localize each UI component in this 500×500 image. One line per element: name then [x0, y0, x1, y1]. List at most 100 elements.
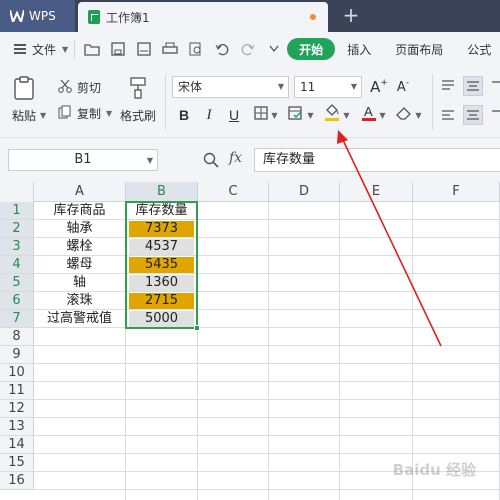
gridline [339, 202, 340, 500]
menu-bar: 文件 ▼ 开始 插入 页面布局 公式 [0, 32, 500, 66]
align-right-icon[interactable] [488, 105, 500, 125]
insert-function-button[interactable]: fx [229, 150, 242, 166]
cell-b6[interactable]: 2715 [129, 293, 194, 309]
font-color-button[interactable]: A ▼ [360, 104, 388, 126]
chevron-down-icon[interactable]: ▼ [106, 109, 112, 118]
clear-format-button[interactable]: ▼ [395, 104, 423, 126]
decrease-font-size-icon[interactable]: A- [393, 76, 413, 98]
ribbon-home: 粘贴 ▼ 剪切 复制 ▼ 格式刷 宋体 ▼ 11 ▼ A+ A- B I U [0, 66, 500, 138]
cell-a2[interactable]: 轴承 [34, 220, 125, 238]
zoom-icon[interactable] [203, 152, 219, 171]
bold-button[interactable]: B [176, 104, 192, 126]
cell-b5[interactable]: 1360 [129, 275, 194, 291]
paste-button[interactable]: 粘贴 [12, 76, 36, 124]
row-header-15[interactable]: 15 [0, 454, 34, 472]
align-bottom-icon[interactable] [488, 76, 500, 96]
chevron-down-icon: ▼ [350, 82, 357, 91]
print-icon[interactable] [161, 40, 179, 58]
row-header-14[interactable]: 14 [0, 436, 34, 454]
row-header-5[interactable]: 5 [0, 274, 34, 292]
format-painter-label: 格式刷 [120, 109, 157, 123]
format-painter-button[interactable]: 格式刷 [120, 76, 156, 124]
cell-b4[interactable]: 5435 [129, 257, 194, 273]
open-folder-icon[interactable] [83, 40, 101, 58]
plus-icon[interactable]: + [340, 4, 362, 26]
copy-button[interactable]: 复制 ▼ [58, 105, 112, 122]
cell-a4[interactable]: 螺母 [34, 256, 125, 274]
cut-label: 剪切 [77, 81, 102, 95]
cell-b7[interactable]: 5000 [129, 311, 194, 327]
cell-a7[interactable]: 过高警戒值 [34, 310, 125, 328]
formula-input[interactable]: 库存数量 [254, 148, 500, 172]
spreadsheet-grid[interactable]: A B C D E F 1 2 3 4 5 6 7 8 9 10 11 12 13 14 15 16 库存商品 库存数量 轴承 7… [0, 182, 500, 500]
fill-color-button[interactable]: ▼ [322, 104, 352, 126]
cut-button[interactable]: 剪切 [58, 79, 101, 96]
tab-insert[interactable]: 插入 [335, 32, 383, 66]
scissors-icon [58, 79, 72, 96]
formula-bar: B1 ▼ fx 库存数量 [0, 138, 500, 182]
chevron-down-icon[interactable]: ▼ [40, 111, 46, 120]
file-menu-button[interactable]: 文件 ▼ [0, 32, 68, 66]
row-header-7[interactable]: 7 [0, 310, 34, 328]
row-header-13[interactable]: 13 [0, 418, 34, 436]
wps-home-tab[interactable]: WPS [0, 0, 75, 32]
column-header-e[interactable]: E [340, 182, 413, 202]
tab-home[interactable]: 开始 [287, 38, 336, 60]
file-menu-label: 文件 [32, 42, 57, 57]
cell-a3[interactable]: 螺栓 [34, 238, 125, 256]
italic-button[interactable]: I [201, 104, 217, 126]
row-header-6[interactable]: 6 [0, 292, 34, 310]
gridline [34, 399, 500, 400]
column-header-b[interactable]: B [126, 182, 198, 202]
column-header-c[interactable]: C [198, 182, 269, 202]
underline-button[interactable]: U [226, 104, 242, 126]
unsaved-indicator [310, 14, 316, 20]
cell-a1[interactable]: 库存商品 [34, 202, 125, 220]
font-size-select[interactable]: 11 ▼ [294, 76, 362, 98]
row-header-10[interactable]: 10 [0, 364, 34, 382]
row-header-11[interactable]: 11 [0, 382, 34, 400]
align-top-icon[interactable] [438, 76, 458, 96]
align-left-icon[interactable] [438, 105, 458, 125]
paintbrush-icon [128, 76, 148, 103]
row-header-2[interactable]: 2 [0, 220, 34, 238]
row-header-16[interactable]: 16 [0, 472, 34, 490]
chevron-down-icon: ▼ [343, 110, 350, 120]
align-center-icon[interactable] [463, 105, 483, 125]
save-icon[interactable] [109, 40, 127, 58]
cell-b3[interactable]: 4537 [129, 239, 194, 255]
column-header-f[interactable]: F [413, 182, 500, 202]
cell-a6[interactable]: 滚珠 [34, 292, 125, 310]
tab-page-layout[interactable]: 页面布局 [383, 32, 455, 66]
print-preview-icon[interactable] [187, 40, 205, 58]
cell-b1[interactable]: 库存数量 [129, 203, 194, 219]
name-box[interactable]: B1 ▼ [8, 149, 158, 171]
customize-toolbar-icon[interactable] [265, 40, 283, 58]
row-header-9[interactable]: 9 [0, 346, 34, 364]
column-header-d[interactable]: D [269, 182, 340, 202]
tab-formulas[interactable]: 公式 [455, 32, 491, 66]
row-header-3[interactable]: 3 [0, 238, 34, 256]
redo-icon[interactable] [239, 40, 257, 58]
borders-button[interactable]: ▼ [252, 104, 280, 126]
column-header-a[interactable]: A [34, 182, 126, 202]
chevron-down-icon: ▼ [271, 110, 278, 120]
align-middle-icon[interactable] [463, 76, 483, 96]
undo-icon[interactable] [213, 40, 231, 58]
gridline [34, 363, 500, 364]
document-tab[interactable]: 工作簿1 [78, 2, 328, 32]
gridline [125, 202, 126, 500]
font-name-select[interactable]: 宋体 ▼ [172, 76, 289, 98]
row-header-8[interactable]: 8 [0, 328, 34, 346]
cell-style-button[interactable]: ▼ [286, 104, 316, 126]
cell-b2[interactable]: 7373 [129, 221, 194, 237]
increase-font-size-icon[interactable]: A + [369, 76, 389, 98]
export-pdf-icon[interactable] [135, 40, 153, 58]
select-all-corner[interactable] [0, 182, 34, 202]
fill-handle[interactable] [194, 325, 200, 331]
row-header-4[interactable]: 4 [0, 256, 34, 274]
cell-a5[interactable]: 轴 [34, 274, 125, 292]
row-header-12[interactable]: 12 [0, 400, 34, 418]
divider [432, 74, 433, 130]
row-header-1[interactable]: 1 [0, 202, 34, 220]
